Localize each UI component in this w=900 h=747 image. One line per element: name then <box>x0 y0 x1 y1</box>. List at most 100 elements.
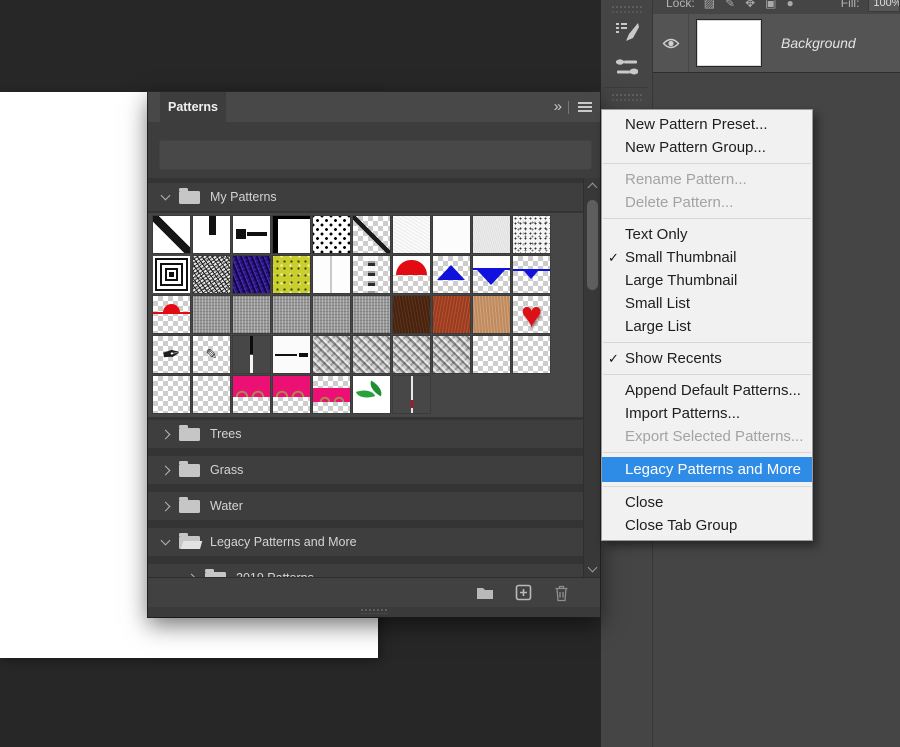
menu-item-import-patterns[interactable]: Import Patterns... <box>602 402 812 425</box>
pattern-group-my-patterns[interactable]: My Patterns <box>148 183 583 211</box>
collapse-to-icons-icon[interactable]: » <box>554 99 562 114</box>
layer-row-background[interactable]: Background <box>653 14 900 73</box>
dock-gripper[interactable] <box>611 94 642 101</box>
panel-flyout-menu-icon[interactable] <box>578 106 592 108</box>
lock-artboard-icon[interactable]: ▣ <box>765 0 776 9</box>
pattern-swatch-vertical-bar[interactable] <box>193 216 230 253</box>
menu-item-large-thumbnail[interactable]: Large Thumbnail <box>602 269 812 292</box>
pattern-swatch-leaves-green[interactable] <box>353 376 390 413</box>
scrollbar[interactable] <box>583 178 600 577</box>
pattern-swatch-line-horizontal[interactable] <box>273 336 310 373</box>
pattern-swatch-red-dome[interactable] <box>393 256 430 293</box>
pattern-swatch-paper-white[interactable] <box>393 216 430 253</box>
pattern-swatch-pixel-diagonal[interactable] <box>353 216 390 253</box>
pattern-swatch-line-vertical-faint[interactable] <box>313 256 350 293</box>
pattern-swatch-line-vertical-bold[interactable] <box>233 336 270 373</box>
menu-item-large-list[interactable]: Large List <box>602 315 812 338</box>
pattern-swatch-paper-plain[interactable] <box>433 216 470 253</box>
pattern-swatch-checker[interactable] <box>153 376 190 413</box>
pattern-swatch-diagonal-line[interactable] <box>153 216 190 253</box>
delete-icon[interactable] <box>552 584 570 602</box>
new-group-folder-icon[interactable] <box>476 584 494 602</box>
menu-item-close-tab-group[interactable]: Close Tab Group <box>602 514 812 537</box>
pattern-swatch-noise-speck[interactable] <box>513 216 550 253</box>
pattern-swatch-fabric-gray[interactable] <box>273 296 310 333</box>
pattern-swatch-heart-red[interactable] <box>513 296 550 333</box>
pattern-swatch-fabric-gray[interactable] <box>233 296 270 333</box>
pattern-swatch-weave-gray[interactable] <box>393 336 430 373</box>
layer-name[interactable]: Background <box>781 35 856 51</box>
pattern-swatch-polka-dots[interactable] <box>313 216 350 253</box>
chevron-right-icon[interactable] <box>160 429 171 439</box>
chevron-right-icon[interactable] <box>160 501 171 511</box>
pattern-swatch-fabric-gray[interactable] <box>193 296 230 333</box>
panel-resize-strip[interactable] <box>148 607 600 617</box>
pattern-swatch-weave-gray[interactable] <box>433 336 470 373</box>
new-pattern-icon[interactable] <box>514 584 532 602</box>
menu-separator <box>603 218 811 219</box>
menu-item-small-list[interactable]: Small List <box>602 292 812 315</box>
pattern-swatch-weave-gray[interactable] <box>313 336 350 373</box>
pattern-swatch-pink-arc-small[interactable] <box>313 376 350 413</box>
pattern-swatch-tri-down-blue[interactable] <box>473 256 510 293</box>
scrollbar-thumb[interactable] <box>587 200 598 290</box>
pattern-swatch-texture-yellow[interactable] <box>273 256 310 293</box>
menu-item-new-pattern-preset[interactable]: New Pattern Preset... <box>602 113 812 136</box>
pattern-swatch-swatch-darkbrown[interactable] <box>393 296 430 333</box>
pattern-swatch-pen-nib[interactable] <box>153 336 190 373</box>
search-input[interactable] <box>159 140 592 170</box>
pattern-swatch-checker[interactable] <box>513 336 550 373</box>
scroll-down-icon[interactable] <box>587 562 598 573</box>
menu-item-close[interactable]: Close <box>602 491 812 514</box>
pattern-swatch-fabric-gray[interactable] <box>313 296 350 333</box>
pattern-swatch-red-dome-small[interactable] <box>153 296 190 333</box>
pattern-swatch-checker[interactable] <box>473 336 510 373</box>
pattern-swatch-tri-line-blue[interactable] <box>513 256 550 293</box>
dock-gripper[interactable] <box>611 6 642 13</box>
lock-image-pixels-icon[interactable]: ✎ <box>725 0 735 9</box>
lock-position-icon[interactable]: ✥ <box>745 0 755 9</box>
pattern-swatch-concentric-squares[interactable] <box>153 256 190 293</box>
pattern-swatch-pink-arcs[interactable] <box>233 376 270 413</box>
pattern-swatch-square-dash[interactable] <box>233 216 270 253</box>
pattern-swatch-paper-gray[interactable] <box>473 216 510 253</box>
menu-item-small-thumbnail[interactable]: ✓ Small Thumbnail <box>602 246 812 269</box>
scroll-up-icon[interactable] <box>587 182 598 193</box>
pattern-group-2019-patterns[interactable]: 2019 Patterns <box>148 564 583 577</box>
menu-item-new-pattern-group[interactable]: New Pattern Group... <box>602 136 812 159</box>
fill-value[interactable]: 100% <box>868 0 900 12</box>
layer-thumbnail[interactable] <box>698 21 760 65</box>
pattern-swatch-tri-up-blue[interactable] <box>433 256 470 293</box>
pattern-swatch-framed-square[interactable] <box>273 216 310 253</box>
lock-all-icon[interactable]: ● <box>787 0 794 9</box>
chevron-down-icon[interactable] <box>160 535 171 546</box>
panel-resize-gripper[interactable] <box>361 609 387 614</box>
menu-item-text-only[interactable]: Text Only <box>602 223 812 246</box>
menu-item-label: Show Recents <box>625 350 722 367</box>
pattern-swatch-fabric-gray[interactable] <box>353 296 390 333</box>
menu-item-show-recents[interactable]: ✓ Show Recents <box>602 347 812 370</box>
pattern-swatch-weave-gray[interactable] <box>353 336 390 373</box>
pattern-swatch-scribble-bw[interactable] <box>193 256 230 293</box>
pattern-swatch-thread-line[interactable] <box>393 376 430 413</box>
pattern-swatch-texture-purple[interactable] <box>233 256 270 293</box>
lock-transparent-pixels-icon[interactable]: ▨ <box>704 0 715 9</box>
tab-patterns[interactable]: Patterns <box>160 92 226 122</box>
chevron-down-icon[interactable] <box>160 190 171 201</box>
brush-settings-panel-icon[interactable] <box>610 17 644 47</box>
pattern-swatch-checker[interactable] <box>193 376 230 413</box>
brushes-panel-icon[interactable] <box>610 51 644 81</box>
pattern-group-grass[interactable]: Grass <box>148 456 583 484</box>
pattern-group-water[interactable]: Water <box>148 492 583 520</box>
pattern-swatch-swatch-rust[interactable] <box>433 296 470 333</box>
pattern-swatch-swatch-tan[interactable] <box>473 296 510 333</box>
menu-item-append-default-patterns[interactable]: Append Default Patterns... <box>602 379 812 402</box>
menu-item-legacy-patterns-and-more[interactable]: Legacy Patterns and More <box>602 457 812 482</box>
pattern-swatch-pink-arcs[interactable] <box>273 376 310 413</box>
chevron-right-icon[interactable] <box>160 465 171 475</box>
pattern-group-trees[interactable]: Trees <box>148 420 583 448</box>
pattern-swatch-pen-small[interactable] <box>193 336 230 373</box>
pattern-swatch-dashes-vertical[interactable] <box>353 256 390 293</box>
visibility-toggle[interactable] <box>653 14 689 72</box>
pattern-group-legacy-patterns-and-more[interactable]: Legacy Patterns and More <box>148 528 583 556</box>
